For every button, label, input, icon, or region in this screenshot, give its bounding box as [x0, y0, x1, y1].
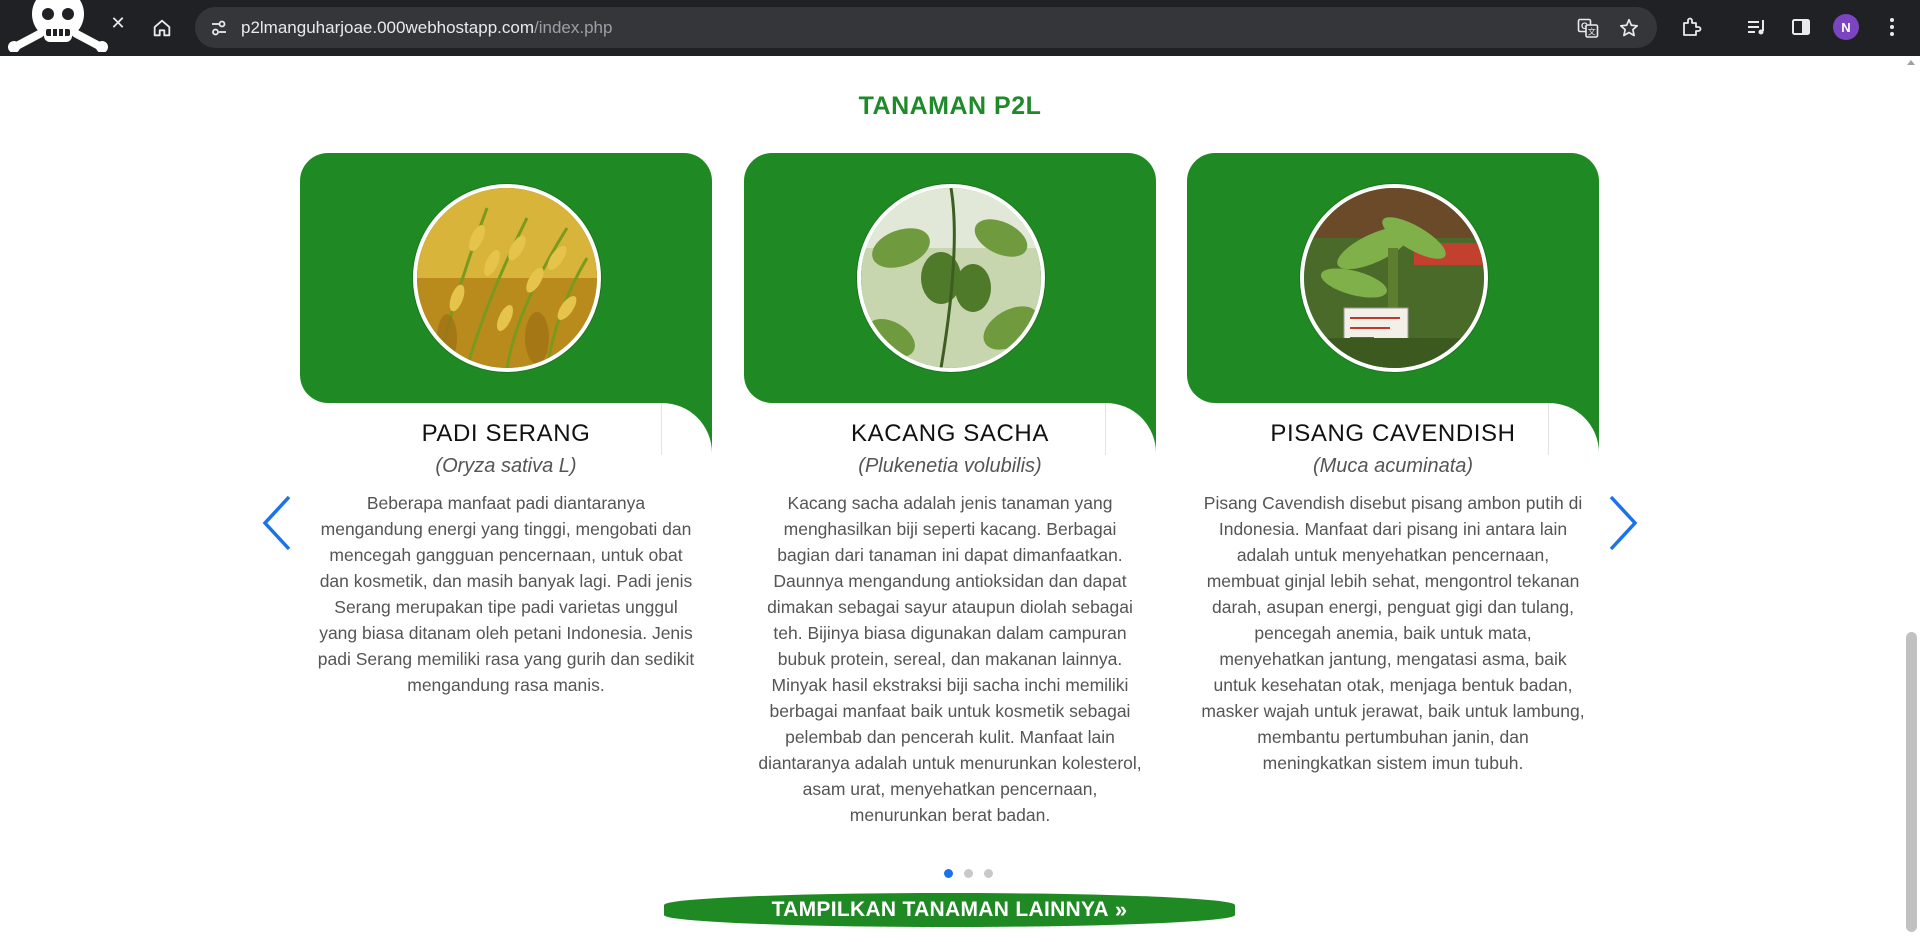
address-bar[interactable]: p2lmanguharjoae.000webhostapp.com/index.… [195, 7, 1657, 48]
carousel-prev-button[interactable] [259, 493, 299, 553]
site-info-icon[interactable] [209, 18, 229, 38]
plant-latin-name: (Muca acuminata) [1312, 455, 1474, 477]
star-icon[interactable] [1618, 17, 1640, 39]
carousel-next-button[interactable] [1601, 493, 1641, 553]
media-control-icon[interactable] [1745, 15, 1769, 39]
plant-description: Kacang sacha adalah jenis tanaman yang m… [758, 493, 1142, 825]
translate-icon[interactable]: G 文 [1577, 17, 1599, 39]
plant-latin-name: (Oryza sativa L) [435, 455, 577, 477]
section-title: TANAMAN P2L [858, 92, 1042, 120]
card-header [300, 153, 712, 403]
plant-description: Beberapa manfaat padi diantaranya mengan… [317, 493, 695, 695]
card-header [744, 153, 1156, 403]
plant-description: Pisang Cavendish disebut pisang ambon pu… [1201, 493, 1585, 773]
carousel-dot[interactable] [964, 869, 973, 878]
plant-latin-name: (Plukenetia volubilis) [858, 455, 1042, 477]
plant-name: PADI SERANG [421, 420, 591, 447]
plant-card: PISANG CAVENDISH (Muca acuminata) Pisang… [1187, 153, 1599, 853]
side-panel-icon[interactable] [1789, 15, 1813, 39]
carousel-dot-active[interactable] [944, 869, 953, 878]
scroll-up-arrow-icon[interactable] [1907, 60, 1915, 65]
kebab-menu-icon[interactable] [1880, 15, 1904, 39]
home-icon[interactable] [148, 14, 176, 42]
plant-name: PISANG CAVENDISH [1270, 420, 1516, 447]
pirate-skull-icon[interactable] [6, 0, 110, 53]
avatar[interactable]: N [1833, 14, 1859, 40]
plant-card: KACANG SACHA (Plukenetia volubilis) Kaca… [744, 153, 1156, 853]
url-path: /index.php [533, 18, 613, 37]
sacha-plant-image [857, 184, 1045, 372]
url-host: p2lmanguharjoae.000webhostapp.com [241, 18, 534, 37]
banana-plant-image [1300, 184, 1488, 372]
chevron-left-icon [262, 495, 291, 551]
extensions-icon[interactable] [1679, 15, 1703, 39]
svg-text:文: 文 [1588, 27, 1596, 37]
rice-plant-image [413, 184, 601, 372]
plant-card: PADI SERANG (Oryza sativa L) Beberapa ma… [300, 153, 712, 853]
show-more-plants-button[interactable]: TAMPILKAN TANAMAN LAINNYA » [664, 893, 1235, 927]
scrollbar-thumb[interactable] [1906, 632, 1917, 932]
chevron-right-icon [1609, 495, 1638, 551]
close-icon[interactable]: ✕ [108, 14, 128, 34]
double-chevron-right-icon: » [1114, 897, 1128, 922]
browser-toolbar: ✕ p2lmanguharjoae.000webhostapp.com/inde… [0, 0, 1920, 56]
card-header [1187, 153, 1599, 403]
carousel-dot[interactable] [984, 869, 993, 878]
plant-name: KACANG SACHA [851, 420, 1049, 447]
page-scrollbar[interactable] [1903, 56, 1920, 942]
show-more-label: TAMPILKAN TANAMAN LAINNYA [771, 898, 1109, 921]
url-text[interactable]: p2lmanguharjoae.000webhostapp.com/index.… [241, 18, 612, 38]
carousel-dots [944, 869, 1004, 879]
